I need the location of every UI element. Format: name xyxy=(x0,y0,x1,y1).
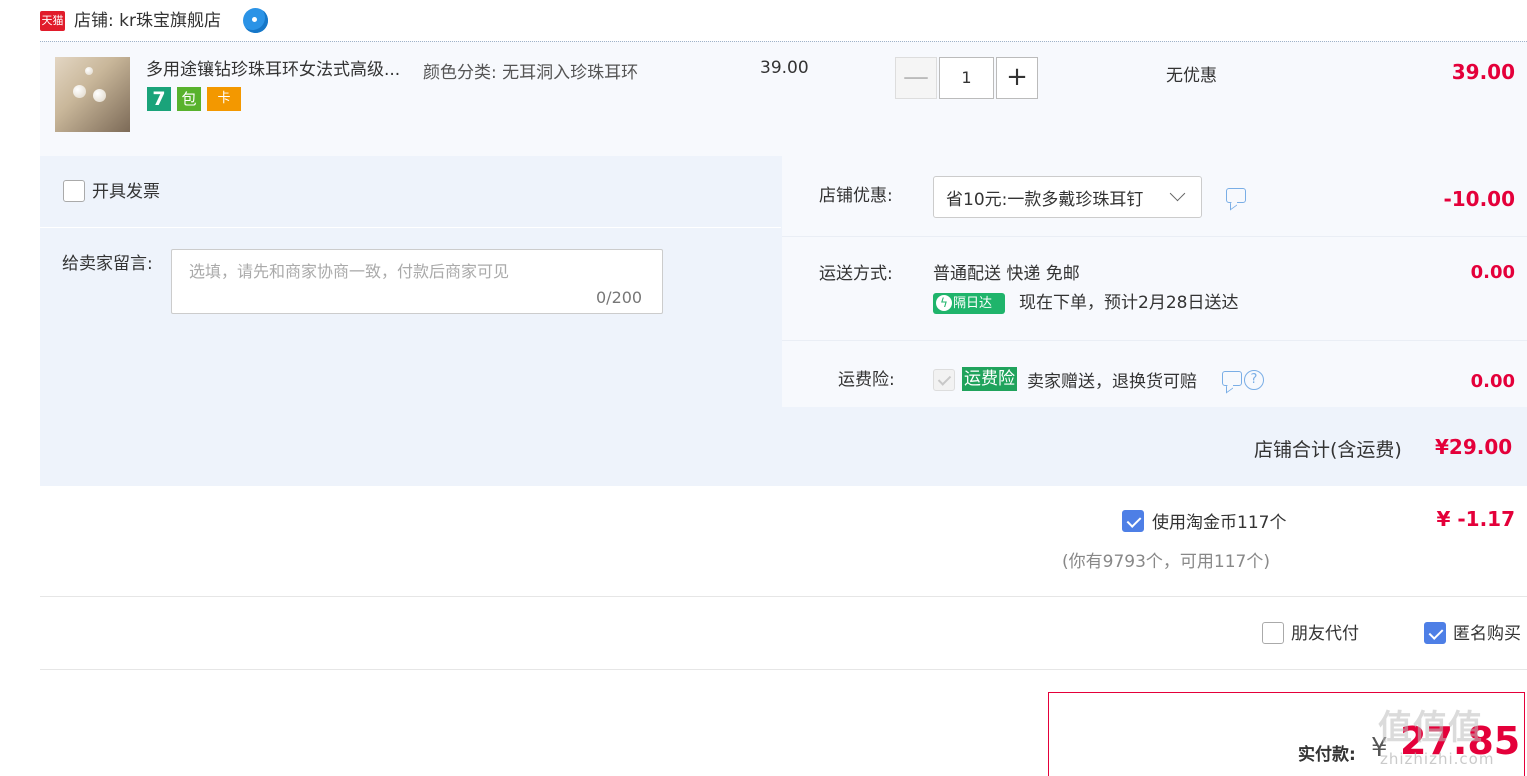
anonymous-checkbox[interactable] xyxy=(1424,622,1446,644)
shipping-label: 运送方式: xyxy=(819,264,893,284)
insurance-badge: 运费险 xyxy=(962,367,1017,391)
anonymous-label[interactable]: 匿名购买 xyxy=(1453,622,1521,646)
chat-bubble-icon[interactable] xyxy=(1222,371,1242,386)
coins-checkbox[interactable] xyxy=(1122,510,1144,532)
shipping-section xyxy=(782,236,1527,340)
insurance-checkbox xyxy=(933,369,955,391)
store-total-amount: ¥29.00 xyxy=(1435,435,1513,459)
insurance-label: 运费险: xyxy=(838,370,895,390)
item-sku: 颜色分类: 无耳洞入珍珠耳环 xyxy=(423,63,639,83)
item-subtotal: 39.00 xyxy=(1451,60,1515,84)
wangwang-chat-icon[interactable] xyxy=(243,8,268,33)
product-thumbnail[interactable] xyxy=(55,57,130,132)
item-title[interactable]: 多用途镶钻珍珠耳环女法式高级... xyxy=(146,58,400,82)
credit-card-icon: 卡 xyxy=(207,87,241,111)
shipping-amount: 0.00 xyxy=(1470,262,1515,283)
invoice-label[interactable]: 开具发票 xyxy=(92,180,160,204)
store-total-label: 店铺合计(含运费) xyxy=(1254,439,1402,461)
store-coupon-label: 店铺优惠: xyxy=(819,186,893,206)
qty-decrease-button[interactable]: — xyxy=(895,57,937,99)
friend-pay-label[interactable]: 朋友代付 xyxy=(1291,622,1359,646)
shop-name[interactable]: 店铺: kr珠宝旗舰店 xyxy=(74,10,221,32)
watermark-logo: 值值值 xyxy=(1378,708,1483,748)
coins-label[interactable]: 使用淘金币117个 xyxy=(1152,511,1286,535)
item-discount: 无优惠 xyxy=(1166,66,1217,86)
lightning-icon: ϟ xyxy=(936,295,952,311)
divider xyxy=(40,669,1527,670)
unit-price: 39.00 xyxy=(760,58,809,78)
insurance-text: 卖家赠送，退换货可赔 xyxy=(1027,372,1197,392)
final-label: 实付款: xyxy=(1298,745,1356,765)
seven-day-return-icon: 7 xyxy=(147,87,171,111)
friend-pay-checkbox[interactable] xyxy=(1262,622,1284,644)
help-icon[interactable]: ? xyxy=(1244,370,1264,390)
qty-increase-button[interactable]: + xyxy=(996,57,1038,99)
message-label: 给卖家留言: xyxy=(62,254,153,274)
shipping-value: 普通配送 快递 免邮 xyxy=(933,264,1080,284)
qty-input[interactable]: 1 xyxy=(939,57,994,99)
store-coupon-value[interactable]: 省10元:一款多戴珍珠耳钉 xyxy=(946,185,1143,210)
delivery-estimate: 现在下单，预计2月28日送达 xyxy=(1019,293,1239,313)
message-placeholder: 选填，请先和商家协商一致，付款后商家可见 xyxy=(189,262,510,281)
store-coupon-amount: -10.00 xyxy=(1443,187,1515,211)
message-char-count: 0/200 xyxy=(596,288,643,307)
divider xyxy=(40,596,1527,597)
coins-note: (你有9793个，可用117个) xyxy=(1062,552,1270,572)
shopping-bag-icon: 包 xyxy=(177,87,201,111)
watermark-url: zhizhizhi.com xyxy=(1380,750,1495,768)
chat-bubble-icon[interactable] xyxy=(1226,188,1246,203)
coins-amount: ¥ -1.17 xyxy=(1436,507,1515,531)
tmall-badge: 天猫 xyxy=(40,11,65,31)
insurance-amount: 0.00 xyxy=(1470,371,1515,392)
invoice-checkbox[interactable] xyxy=(63,180,85,202)
